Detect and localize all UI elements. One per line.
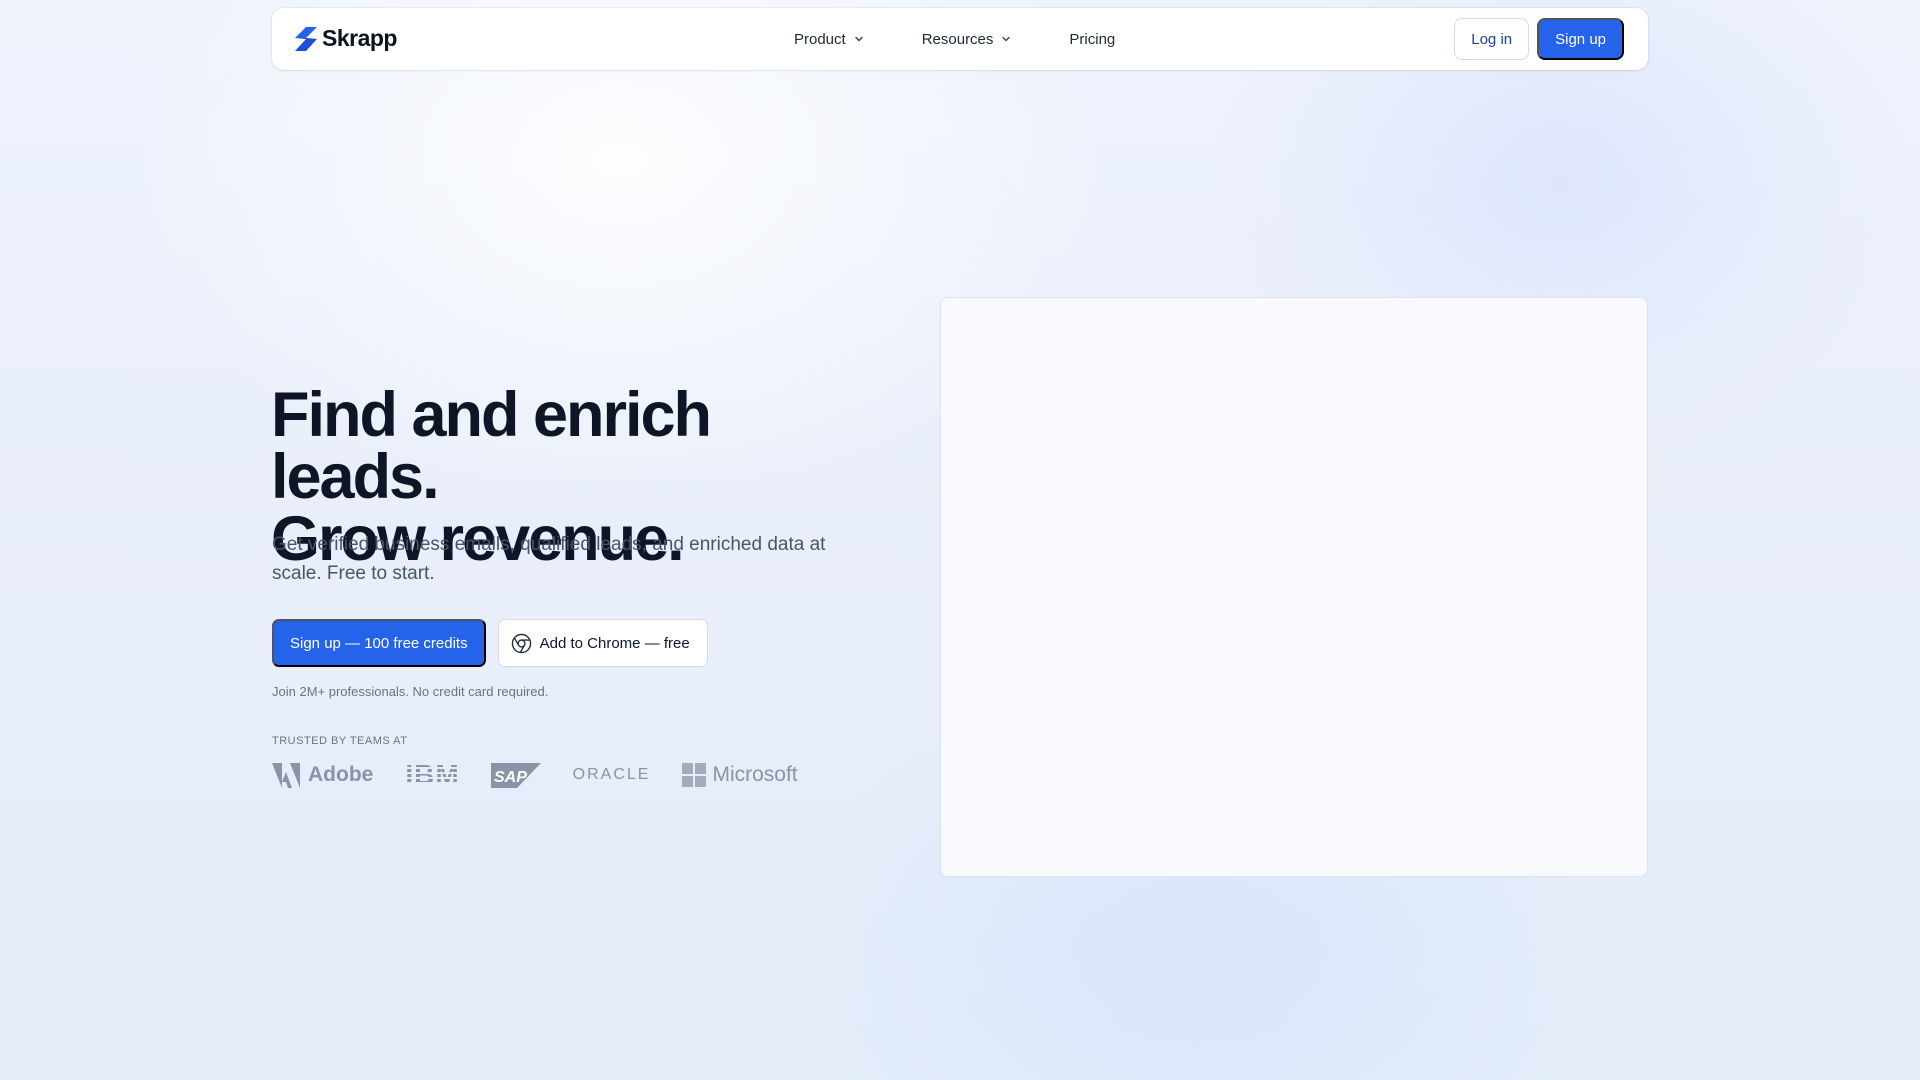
adobe-icon	[272, 762, 300, 788]
oracle-logo: ORACLE	[572, 766, 651, 783]
microsoft-icon	[682, 763, 707, 787]
nav-item-pricing[interactable]: Pricing	[1069, 31, 1115, 48]
login-button[interactable]: Log in	[1454, 18, 1530, 60]
chrome-icon	[511, 633, 531, 653]
trusted-by-label: TRUSTED BY TEAMS AT	[272, 735, 408, 747]
adobe-wordmark: Adobe	[308, 763, 374, 786]
microsoft-wordmark: Microsoft	[712, 763, 798, 786]
nav-item-label: Product	[794, 30, 846, 48]
microsoft-logo: Microsoft	[682, 763, 798, 787]
sap-logo: SAP	[490, 762, 541, 788]
adobe-logo: Adobe	[272, 762, 374, 788]
ibm-logo: IBM	[405, 759, 460, 790]
add-to-chrome-label: Add to Chrome — free	[539, 634, 690, 652]
signup-button[interactable]: Sign up	[1537, 18, 1624, 60]
hero-media-panel	[940, 297, 1648, 877]
hero-subtitle: Get verified business emails, qualified …	[272, 534, 826, 584]
brand-name: Skrapp	[322, 25, 397, 51]
brand-logo-link[interactable]: Skrapp	[294, 25, 397, 52]
signup-note: Join 2M+ professionals. No credit card r…	[272, 684, 549, 699]
signup-free-credits-button[interactable]: Sign up — 100 free credits	[272, 619, 486, 667]
top-navbar: Skrapp Product Resources Pricing Log in …	[272, 8, 1648, 70]
nav-item-label: Pricing	[1069, 30, 1116, 48]
chevron-down-icon	[855, 36, 863, 42]
skrapp-logo-icon	[295, 26, 317, 51]
hero-title-line-1: Find and enrich leads.	[271, 380, 712, 512]
nav-item-label: Resources	[921, 30, 994, 48]
nav-item-resources[interactable]: Resources	[922, 31, 1012, 48]
sap-wordmark: SAP	[494, 769, 527, 786]
cta-row: Sign up — 100 free credits Add to Chrome…	[272, 619, 708, 667]
customer-logos: Adobe IBM SAP ORACLE Microsoft	[272, 759, 798, 790]
nav-links: Product Resources Pricing	[794, 8, 1173, 70]
nav-item-product[interactable]: Product	[794, 31, 864, 48]
nav-actions: Log in Sign up	[1454, 18, 1624, 60]
add-to-chrome-button[interactable]: Add to Chrome — free	[497, 619, 708, 667]
chevron-down-icon	[1002, 36, 1011, 42]
sap-icon: SAP	[490, 762, 541, 788]
